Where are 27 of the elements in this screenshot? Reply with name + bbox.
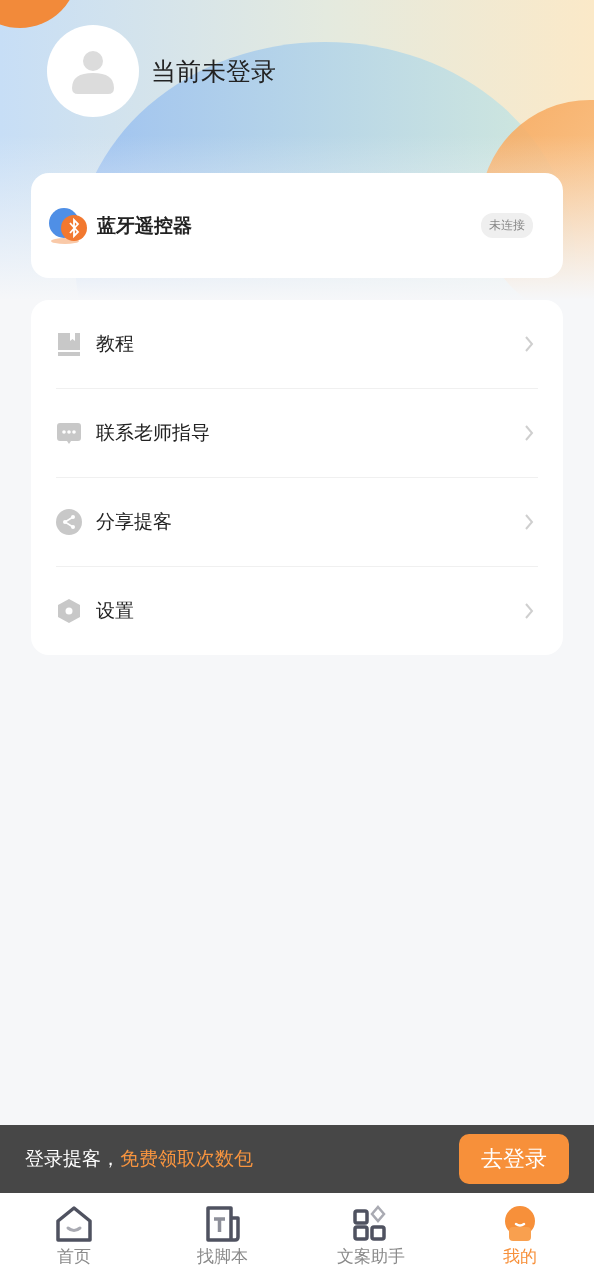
device-name: 蓝牙遥控器 (97, 212, 193, 238)
menu-item[interactable]: 分享提客 (56, 478, 538, 567)
device-card[interactable]: 蓝牙遥控器 未连接 (31, 173, 563, 278)
login-status[interactable]: 当前未登录 (151, 54, 276, 88)
menu-label: 联系老师指导 (96, 420, 211, 445)
tab[interactable]: 文案助手 (297, 1193, 446, 1280)
person-icon (70, 48, 116, 94)
chevron-right-icon (524, 602, 534, 620)
chevron-right-icon (524, 335, 534, 353)
bluetooth-icon (49, 206, 89, 245)
login-promo-text: 登录提客，免费领取次数包 (25, 1146, 253, 1171)
chat-icon (56, 420, 82, 446)
chevron-right-icon (524, 424, 534, 442)
menu-label: 教程 (96, 331, 135, 356)
share-icon (56, 509, 82, 535)
menu-label: 设置 (96, 598, 135, 623)
settings-icon (56, 598, 82, 624)
connection-status: 未连接 (481, 213, 533, 238)
chevron-right-icon (524, 513, 534, 531)
tab[interactable]: 首页 (0, 1193, 149, 1280)
book-icon (56, 331, 82, 357)
menu-item[interactable]: 教程 (56, 300, 538, 389)
menu-item[interactable]: 联系老师指导 (56, 389, 538, 478)
menu-item[interactable]: 设置 (56, 567, 538, 655)
menu-label: 分享提客 (96, 509, 173, 534)
house-icon (54, 1205, 95, 1243)
tab[interactable]: 找脚本 (148, 1193, 297, 1280)
